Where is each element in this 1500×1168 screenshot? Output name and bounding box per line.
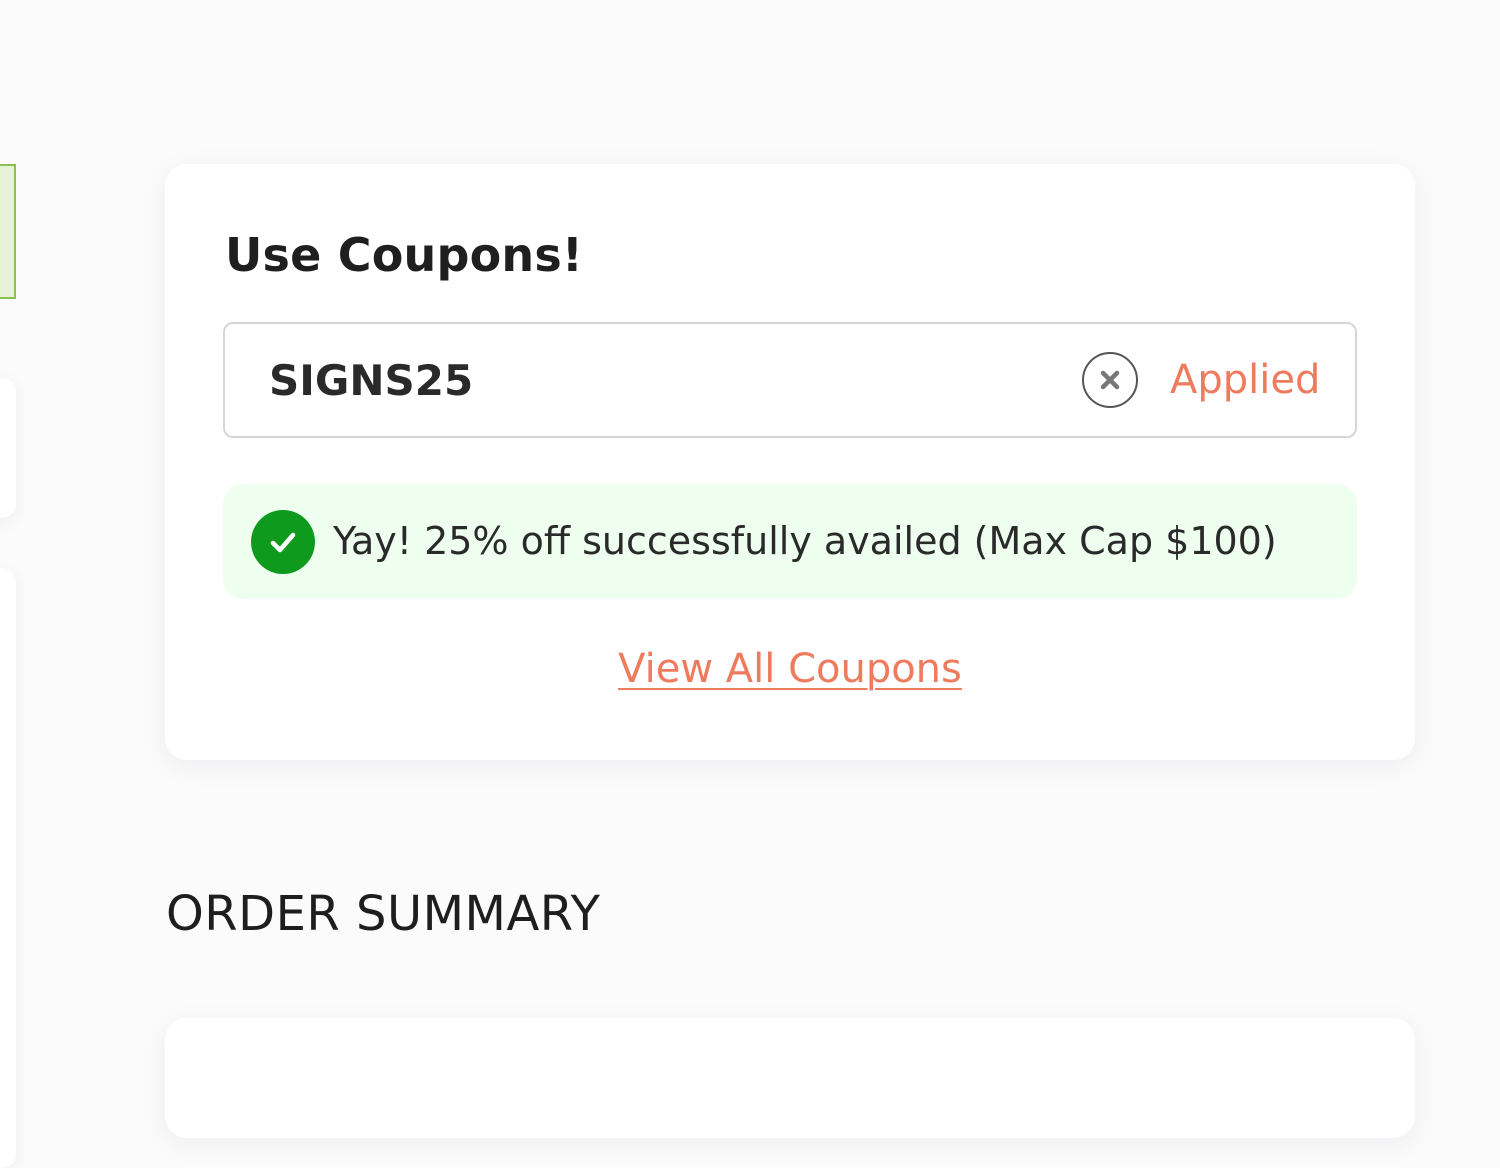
coupon-success-message: Yay! 25% off successfully availed (Max C… <box>333 519 1277 563</box>
order-summary-card <box>165 1018 1415 1138</box>
coupon-success-banner: Yay! 25% off successfully availed (Max C… <box>223 484 1357 599</box>
view-all-coupons-container: View All Coupons <box>165 646 1415 692</box>
clear-coupon-button[interactable] <box>1082 352 1138 408</box>
close-circle-icon <box>1100 370 1120 390</box>
order-summary-title: ORDER SUMMARY <box>166 886 601 942</box>
left-panel-highlight-fragment <box>0 164 16 299</box>
coupon-code-input[interactable] <box>269 350 1029 410</box>
left-card-fragment-lower <box>0 568 16 1168</box>
coupon-section-title: Use Coupons! <box>225 228 584 282</box>
coupon-input-box: Applied <box>223 322 1357 438</box>
coupon-card: Use Coupons! Applied Yay! 25% off succes… <box>165 164 1415 760</box>
coupon-applied-status: Applied <box>1170 357 1321 403</box>
left-card-fragment <box>0 378 16 518</box>
view-all-coupons-link[interactable]: View All Coupons <box>618 646 962 692</box>
check-circle-icon <box>251 510 315 574</box>
